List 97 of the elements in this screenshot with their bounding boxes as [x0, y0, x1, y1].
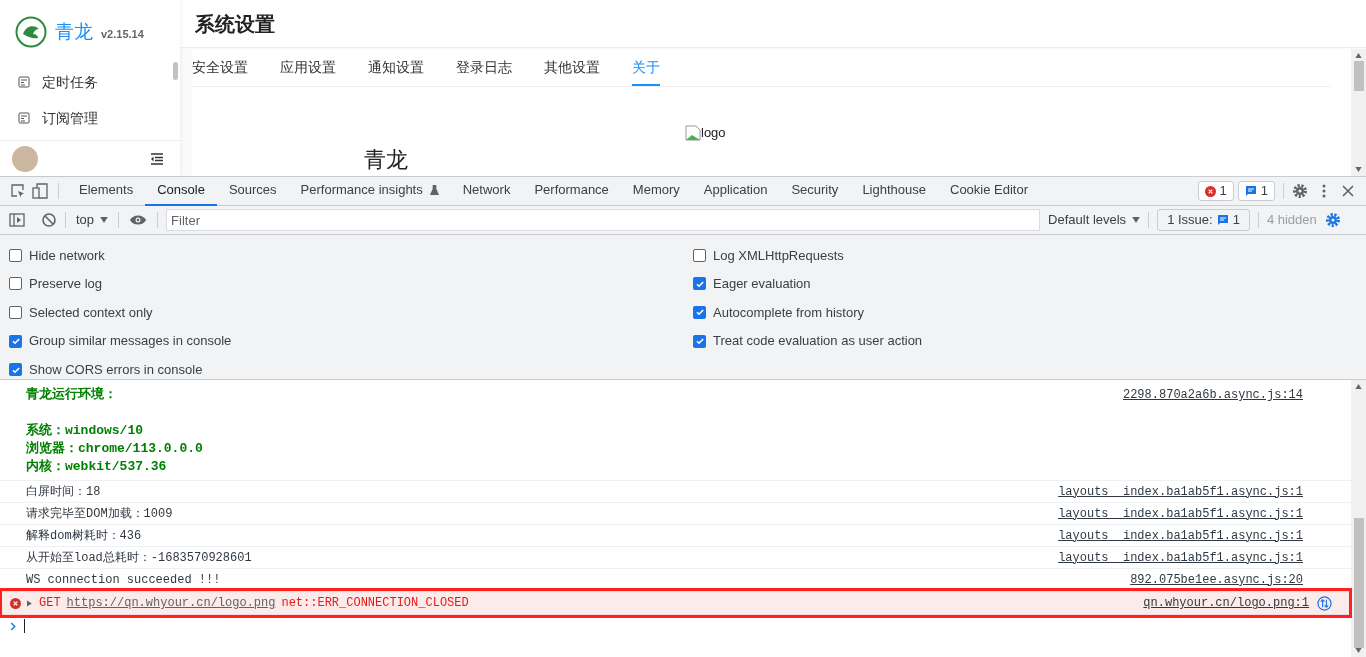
setting-label: Show CORS errors in console: [29, 360, 203, 379]
log-message: WS connection succeeded !!!: [26, 571, 221, 589]
devtools-tab[interactable]: Lighthouse: [850, 176, 938, 206]
request-method: GET: [39, 595, 61, 612]
log-message: 解释dom树耗时：436: [26, 527, 142, 545]
settings-tab[interactable]: 通知设置: [368, 51, 424, 86]
checkbox[interactable]: [9, 277, 22, 291]
expand-arrow-icon[interactable]: [27, 599, 33, 607]
log-line: 浏览器：chrome/113.0.0.0: [26, 440, 203, 458]
source-link[interactable]: layouts__index.ba1ab5f1.async.js:1: [1058, 526, 1303, 545]
devtools-tab[interactable]: Sources: [216, 176, 289, 206]
prompt-chevron-icon: [10, 621, 16, 631]
scroll-down-arrow-icon[interactable]: [1355, 167, 1362, 172]
devtools-tab[interactable]: Cookie Editor: [938, 176, 1041, 206]
message-icon: [1216, 214, 1229, 226]
checkbox[interactable]: [693, 277, 706, 291]
source-link[interactable]: qn.whyour.cn/logo.png:1: [1143, 594, 1309, 612]
devtools-tab[interactable]: Application: [691, 176, 780, 206]
scrollbar-thumb[interactable]: [1353, 61, 1364, 91]
settings-tab[interactable]: 应用设置: [280, 51, 336, 86]
setting-label: Group similar messages in console: [29, 332, 232, 351]
log-line: 青龙运行环境：: [26, 386, 118, 404]
setting-label: Eager evaluation: [713, 275, 811, 294]
clear-console-icon[interactable]: [41, 212, 57, 228]
setting-label: Selected context only: [29, 303, 153, 322]
source-link[interactable]: layouts__index.ba1ab5f1.async.js:1: [1058, 504, 1303, 523]
network-request-icon[interactable]: [1317, 595, 1332, 611]
scrollbar-thumb[interactable]: [1353, 518, 1364, 648]
menu-item-icon: [18, 112, 30, 124]
settings-icon[interactable]: [1292, 183, 1308, 199]
more-options-icon[interactable]: [1322, 184, 1326, 198]
collapse-menu-icon[interactable]: [150, 152, 164, 165]
dropdown-caret-icon[interactable]: [1132, 217, 1141, 223]
request-url-link[interactable]: https://qn.whyour.cn/logo.png: [66, 594, 276, 612]
setting-label: Hide network: [29, 246, 105, 265]
scroll-up-arrow-icon[interactable]: [1355, 384, 1362, 389]
devtools-tab[interactable]: Elements: [67, 176, 146, 206]
context-selector[interactable]: top: [74, 210, 111, 230]
scrollbar-thumb[interactable]: [173, 62, 178, 80]
dropdown-caret-icon[interactable]: [100, 217, 109, 223]
settings-tab[interactable]: 登录日志: [456, 51, 512, 86]
source-link[interactable]: layouts__index.ba1ab5f1.async.js:1: [1058, 482, 1303, 501]
issues-button[interactable]: 1 Issue: 1: [1157, 209, 1250, 231]
dragon-logo-icon: [15, 16, 47, 48]
settings-tab[interactable]: 其他设置: [544, 51, 600, 86]
eye-icon[interactable]: [129, 214, 148, 226]
checkbox[interactable]: [693, 306, 706, 319]
checkbox[interactable]: [9, 248, 22, 262]
log-message: 从开始至load总耗时：-1683570928601: [26, 549, 252, 567]
checkbox[interactable]: [9, 363, 22, 377]
checkbox[interactable]: [9, 306, 22, 319]
log-message: 白屏时间：18: [26, 483, 101, 501]
devtools-tab[interactable]: Network: [450, 176, 523, 206]
page-title: 系统设置: [195, 11, 275, 37]
scroll-down-arrow-icon[interactable]: [1355, 648, 1362, 653]
devtools-tab[interactable]: Performance: [522, 176, 621, 206]
console-settings-icon[interactable]: [1324, 212, 1341, 228]
source-link[interactable]: 2298.870a2a6b.async.js:14: [1122, 386, 1303, 476]
log-line: 内核：webkit/537.36: [26, 458, 168, 476]
checkbox[interactable]: [693, 334, 706, 348]
error-icon: [1204, 185, 1216, 197]
message-icon: [1244, 185, 1257, 197]
log-message: 请求完毕至DOM加载：1009: [26, 505, 173, 523]
source-link[interactable]: layouts__index.ba1ab5f1.async.js:1: [1058, 548, 1303, 567]
scroll-up-arrow-icon[interactable]: [1355, 53, 1362, 58]
logo-text: 青龙: [55, 19, 93, 44]
log-line: 系统：windows/10: [26, 422, 144, 440]
setting-label: Preserve log: [29, 275, 102, 294]
filter-field[interactable]: Filter: [166, 209, 1041, 231]
device-toolbar-icon[interactable]: [32, 183, 48, 199]
log-levels-dropdown[interactable]: Default levels: [1048, 210, 1141, 230]
setting-label: Autocomplete from history: [713, 303, 864, 322]
devtools-tab[interactable]: Performance insights: [288, 176, 451, 206]
image-alt-text: logo: [701, 124, 726, 142]
menu-item-icon: [18, 76, 30, 88]
setting-label: Treat code evaluation as user action: [713, 332, 923, 351]
sidebar-toggle-icon[interactable]: [9, 212, 25, 228]
devtools-tab[interactable]: Security: [779, 176, 851, 206]
hidden-count: 4 hidden: [1266, 211, 1317, 230]
version-text: v2.15.14: [101, 26, 144, 42]
error-icon: [10, 597, 21, 609]
sidebar-item[interactable]: 定时任务: [0, 64, 180, 100]
source-link[interactable]: 892.075be1ee.async.js:20: [1130, 570, 1303, 589]
checkbox[interactable]: [693, 248, 706, 262]
settings-tab[interactable]: 安全设置: [192, 51, 248, 86]
inspect-icon[interactable]: [10, 183, 26, 199]
broken-image-icon: [685, 124, 701, 141]
close-icon[interactable]: [1342, 185, 1354, 197]
message-counter[interactable]: 1: [1237, 181, 1275, 201]
sidebar-item[interactable]: 订阅管理: [0, 100, 180, 136]
setting-label: Log XMLHttpRequests: [713, 246, 844, 265]
devtools-tab[interactable]: Console: [145, 176, 217, 206]
devtools-tab[interactable]: Memory: [620, 176, 692, 206]
error-counter[interactable]: 1: [1197, 181, 1234, 201]
about-heading: 青龙: [364, 147, 408, 173]
error-message: net::ERR_CONNECTION_CLOSED: [281, 595, 469, 612]
checkbox[interactable]: [9, 334, 22, 348]
